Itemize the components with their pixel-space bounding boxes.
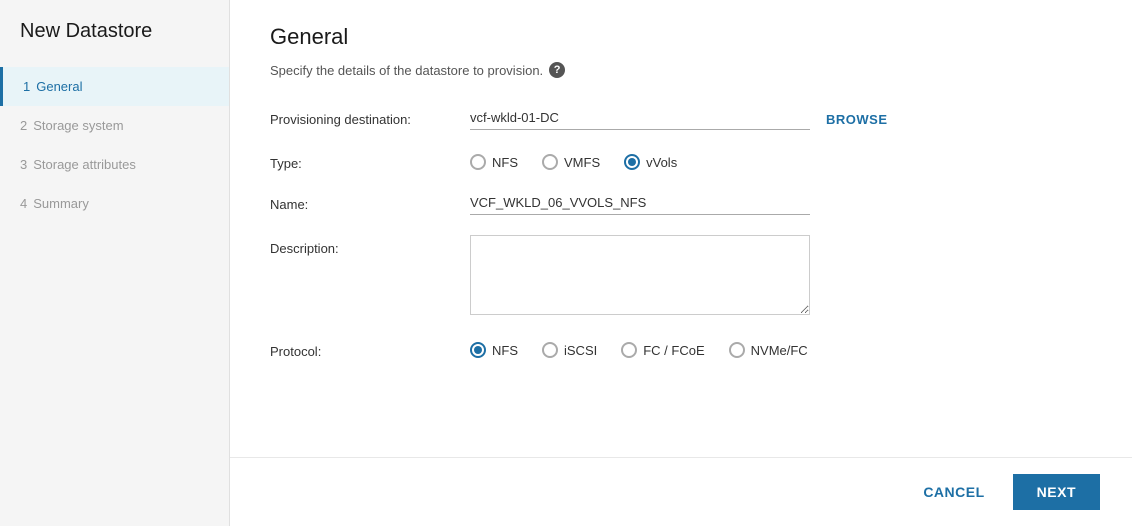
type-vvols-label: vVols [646,155,677,170]
description-input[interactable] [470,235,810,315]
protocol-option-nfs[interactable]: NFS [470,342,518,358]
protocol-radio-nvme-fc[interactable] [729,342,745,358]
protocol-option-nvme-fc[interactable]: NVMe/FC [729,342,808,358]
protocol-option-iscsi[interactable]: iSCSI [542,342,597,358]
type-radio-nfs[interactable] [470,154,486,170]
sidebar-label-general: General [36,79,82,94]
type-row: Type: NFS VMFS vVols [270,150,1092,171]
browse-button[interactable]: BROWSE [826,106,888,127]
next-button[interactable]: NEXT [1013,474,1100,510]
description-field [470,235,1092,318]
provisioning-destination-field: BROWSE [470,106,1092,130]
type-radio-vmfs[interactable] [542,154,558,170]
sidebar-step-1: 1 [23,79,30,94]
protocol-radio-group: NFS iSCSI FC / FCoE NVMe/FC [470,338,1092,358]
protocol-radio-nfs[interactable] [470,342,486,358]
provisioning-destination-row: Provisioning destination: BROWSE [270,106,1092,130]
main-content: General Specify the details of the datas… [230,0,1132,526]
page-title: General [270,24,1092,50]
sidebar-item-general[interactable]: 1 General [0,67,229,106]
prov-field-wrap [470,106,810,130]
name-row: Name: [270,191,1092,215]
protocol-field: NFS iSCSI FC / FCoE NVMe/FC [470,338,1092,358]
sidebar-item-storage-system[interactable]: 2 Storage system [0,106,229,145]
type-option-vmfs[interactable]: VMFS [542,154,600,170]
protocol-radio-iscsi[interactable] [542,342,558,358]
name-field [470,191,1092,215]
protocol-fc-fcoe-label: FC / FCoE [643,343,704,358]
description-row: Description: [270,235,1092,318]
protocol-iscsi-label: iSCSI [564,343,597,358]
type-label: Type: [270,150,470,171]
sidebar-step-3: 3 [20,157,27,172]
provisioning-destination-label: Provisioning destination: [270,106,470,127]
sidebar-label-storage-system: Storage system [33,118,123,133]
sidebar-title: New Datastore [0,20,229,67]
subtitle-text: Specify the details of the datastore to … [270,63,543,78]
help-icon[interactable]: ? [549,62,565,78]
type-radio-group: NFS VMFS vVols [470,150,1092,170]
form-subtitle: Specify the details of the datastore to … [270,62,1092,78]
protocol-label: Protocol: [270,338,470,359]
name-input[interactable] [470,191,810,215]
type-vmfs-label: VMFS [564,155,600,170]
type-radio-vvols[interactable] [624,154,640,170]
protocol-nvme-fc-label: NVMe/FC [751,343,808,358]
description-label: Description: [270,235,470,256]
protocol-nfs-label: NFS [492,343,518,358]
type-option-nfs[interactable]: NFS [470,154,518,170]
type-field: NFS VMFS vVols [470,150,1092,170]
type-option-vvols[interactable]: vVols [624,154,677,170]
sidebar: New Datastore 1 General 2 Storage system… [0,0,230,526]
name-label: Name: [270,191,470,212]
sidebar-item-storage-attributes[interactable]: 3 Storage attributes [0,145,229,184]
sidebar-item-summary[interactable]: 4 Summary [0,184,229,223]
cancel-button[interactable]: CANCEL [907,476,1000,508]
type-nfs-label: NFS [492,155,518,170]
sidebar-label-storage-attributes: Storage attributes [33,157,136,172]
protocol-radio-fc-fcoe[interactable] [621,342,637,358]
protocol-option-fc-fcoe[interactable]: FC / FCoE [621,342,704,358]
provisioning-destination-input[interactable] [470,106,810,130]
sidebar-step-2: 2 [20,118,27,133]
sidebar-step-4: 4 [20,196,27,211]
sidebar-label-summary: Summary [33,196,89,211]
footer: CANCEL NEXT [230,457,1132,526]
protocol-row: Protocol: NFS iSCSI FC / FCoE NVMe/FC [270,338,1092,359]
